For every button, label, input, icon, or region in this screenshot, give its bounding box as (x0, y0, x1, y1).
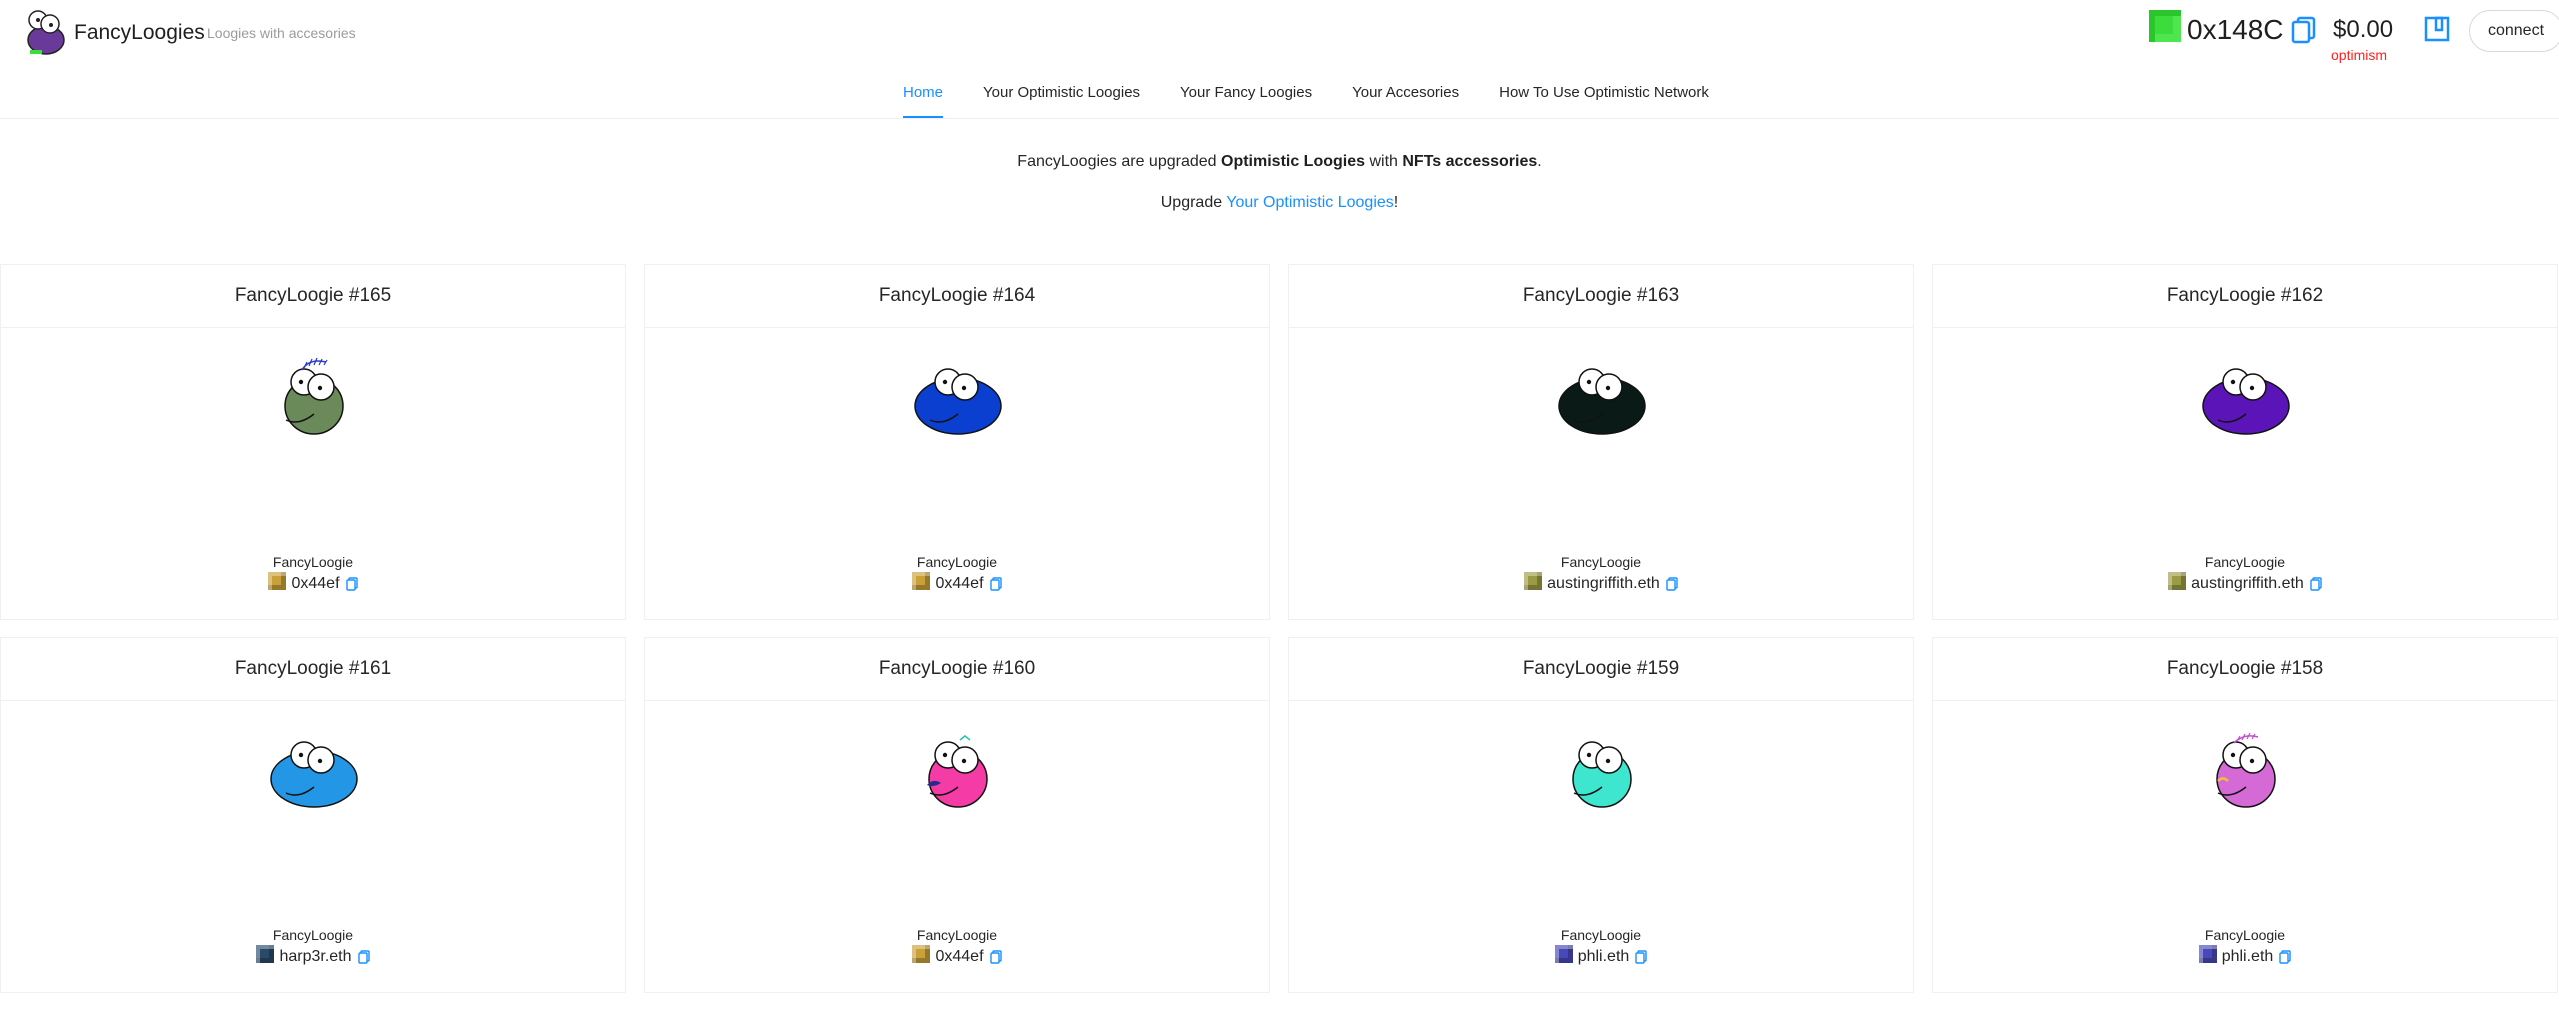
account-blockie (2149, 10, 2181, 42)
intro-optimistic-loogies: Optimistic Loogies (1221, 153, 1366, 170)
loogie-image (2216, 732, 2276, 808)
network-label: optimism (2331, 47, 2388, 63)
loogie-image (927, 735, 988, 808)
card-title: FancyLoogie #165 (1, 265, 625, 328)
copy-icon[interactable] (357, 950, 370, 964)
owner-blockie (1524, 572, 1543, 590)
connect-button[interactable]: connect (2469, 10, 2559, 52)
card-title: FancyLoogie #164 (645, 265, 1269, 328)
app-subtitle: Loogies with accesories (207, 25, 356, 41)
account-address[interactable]: 0x148C (2187, 14, 2284, 46)
loogie-card[interactable]: FancyLoogie #161 FancyLoogie harp3r.eth (0, 637, 626, 993)
upgrade-text: Upgrade Your Optimistic Loogies! (0, 194, 2559, 212)
copy-icon[interactable] (2279, 950, 2291, 964)
owner-address[interactable]: 0x44ef (935, 948, 983, 966)
owner-row: austingriffith.eth (1933, 572, 2557, 593)
intro-nft-accessories: NFTs accessories (1402, 153, 1538, 170)
your-optimistic-loogies-link[interactable]: Your Optimistic Loogies (1226, 194, 1394, 211)
loogie-image (270, 741, 358, 808)
card-title: FancyLoogie #160 (645, 638, 1269, 701)
owner-address[interactable]: 0x44ef (935, 575, 983, 593)
card-name: FancyLoogie (2204, 927, 2286, 943)
loogie-card[interactable]: FancyLoogie #163 FancyLoogie austingriffi… (1288, 264, 1914, 620)
owner-blockie (2198, 945, 2217, 963)
copy-icon[interactable] (1666, 577, 1678, 591)
card-title: FancyLoogie #159 (1289, 638, 1913, 701)
copy-icon[interactable] (2291, 16, 2317, 44)
upgrade-text-part: Upgrade (1160, 194, 1227, 211)
card-name: FancyLoogie (1560, 927, 1642, 943)
copy-icon[interactable] (2310, 577, 2322, 591)
owner-row: harp3r.eth (1, 945, 625, 966)
tab-home[interactable]: Home (903, 82, 944, 118)
intro-text-part: with (1365, 153, 1403, 170)
owner-blockie (1554, 945, 1573, 963)
owner-blockie (912, 572, 931, 590)
owner-row: 0x44ef (645, 572, 1269, 593)
tab-your-optimistic-loogies[interactable]: Your Optimistic Loogies (983, 82, 1140, 116)
owner-row: austingriffith.eth (1289, 572, 1913, 593)
owner-address[interactable]: austingriffith.eth (2191, 575, 2304, 593)
main-nav: Home Your Optimistic Loogies Your Fancy … (0, 82, 2559, 119)
owner-address[interactable]: austingriffith.eth (1547, 575, 1660, 593)
loogie-card[interactable]: FancyLoogie #164 FancyLoogie 0x44ef (644, 264, 1270, 620)
loogie-image (1558, 368, 1646, 435)
card-name: FancyLoogie (916, 927, 998, 943)
intro-text-part: FancyLoogies are upgraded (1017, 153, 1221, 170)
owner-blockie (912, 945, 931, 963)
wallet-icon[interactable] (2424, 16, 2450, 42)
copy-icon[interactable] (989, 577, 1002, 591)
owner-row: phli.eth (1933, 945, 2557, 966)
loogie-image (914, 368, 1002, 435)
card-name: FancyLoogie (2204, 554, 2286, 570)
owner-row: 0x44ef (645, 945, 1269, 966)
loogie-card[interactable]: FancyLoogie #162 FancyLoogie austingriffi… (1932, 264, 2558, 620)
tab-your-fancy-loogies[interactable]: Your Fancy Loogies (1180, 82, 1312, 116)
loogie-card[interactable]: FancyLoogie #158 FancyLoogie phli.eth (1932, 637, 2558, 993)
card-name: FancyLoogie (272, 554, 354, 570)
tab-how-to-use-optimistic-network[interactable]: How To Use Optimistic Network (1499, 82, 1709, 116)
app-title[interactable]: FancyLoogies (74, 21, 205, 45)
owner-address[interactable]: phli.eth (2222, 948, 2274, 966)
intro-text: FancyLoogies are upgraded Optimistic Loo… (0, 153, 2559, 171)
card-name: FancyLoogie (916, 554, 998, 570)
copy-icon[interactable] (989, 950, 1002, 964)
card-title: FancyLoogie #163 (1289, 265, 1913, 328)
upgrade-text-part: ! (1393, 194, 1399, 211)
card-name: FancyLoogie (272, 927, 354, 943)
owner-blockie (2168, 572, 2187, 590)
app-logo[interactable] (22, 6, 70, 56)
copy-icon[interactable] (1635, 950, 1647, 964)
owner-blockie (268, 572, 287, 590)
loogie-image (1572, 741, 1632, 808)
card-title: FancyLoogie #158 (1933, 638, 2557, 701)
loogie-card[interactable]: FancyLoogie #159 FancyLoogie phli.eth (1288, 637, 1914, 993)
owner-blockie (256, 945, 275, 963)
loogie-card[interactable]: FancyLoogie #165 FancyLoogie 0x44ef (0, 264, 626, 620)
owner-address[interactable]: phli.eth (1578, 948, 1630, 966)
owner-address[interactable]: harp3r.eth (279, 948, 351, 966)
tab-your-accesories[interactable]: Your Accesories (1352, 82, 1459, 116)
owner-row: phli.eth (1289, 945, 1913, 966)
wallet-panel: 0x148C $0.00 optimism connect (2139, 10, 2559, 63)
card-name: FancyLoogie (1560, 554, 1642, 570)
intro-text-part: . (1537, 153, 1542, 170)
owner-row: 0x44ef (1, 572, 625, 593)
account-balance[interactable]: $0.00 (2333, 16, 2393, 44)
loogie-image (284, 357, 344, 435)
loogie-image (2202, 368, 2290, 435)
card-title: FancyLoogie #162 (1933, 265, 2557, 328)
card-title: FancyLoogie #161 (1, 638, 625, 701)
loogie-card[interactable]: FancyLoogie #160 FancyLoogie 0x44ef (644, 637, 1270, 993)
copy-icon[interactable] (345, 577, 358, 591)
owner-address[interactable]: 0x44ef (291, 575, 339, 593)
